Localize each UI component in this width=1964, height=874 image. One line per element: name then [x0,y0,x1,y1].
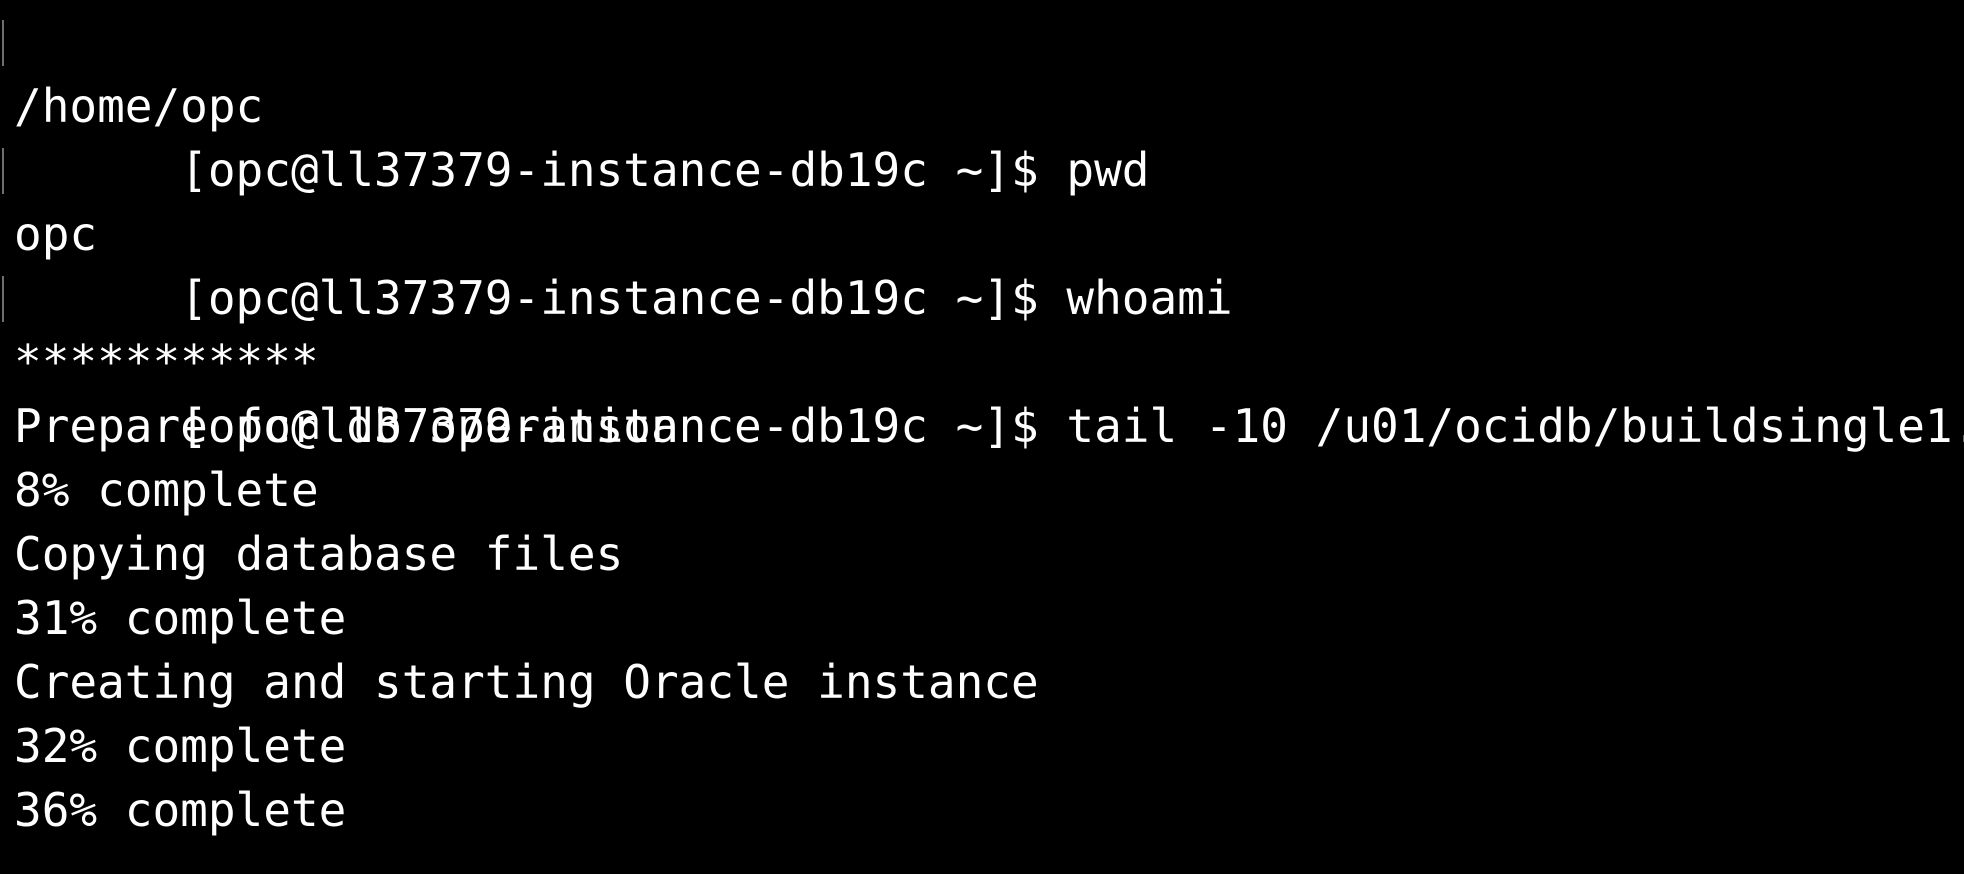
terminal-output-line: Copying database files [14,527,624,581]
prompt-marker [2,276,4,322]
terminal-output-line: 32% complete [14,719,347,773]
terminal-output-line: 31% complete [14,591,347,645]
terminal-output: [opc@ll37379-instance-db19c ~]$ pwd /hom… [2,10,1964,842]
terminal-output-line: Prepare for db operation [14,399,679,453]
terminal-output-line: opc [14,207,98,261]
terminal-window[interactable]: [opc@ll37379-instance-db19c ~]$ pwd /hom… [0,0,1964,874]
terminal-output-line: 8% complete [14,463,319,517]
prompt-marker [2,20,4,66]
terminal-prompt-line: [opc@ll37379-instance-db19c ~]$ tail -10… [2,266,1964,453]
terminal-prompt-line: [opc@ll37379-instance-db19c ~]$ pwd [2,10,1964,197]
terminal-prompt-line: [opc@ll37379-instance-db19c ~]$ whoami [2,138,1964,325]
prompt-marker [2,148,4,194]
terminal-output-line: Creating and starting Oracle instance [14,655,1039,709]
terminal-output-line: *********** [14,335,319,389]
terminal-output-line: 36% complete [14,783,347,837]
terminal-output-line: /home/opc [14,79,264,133]
